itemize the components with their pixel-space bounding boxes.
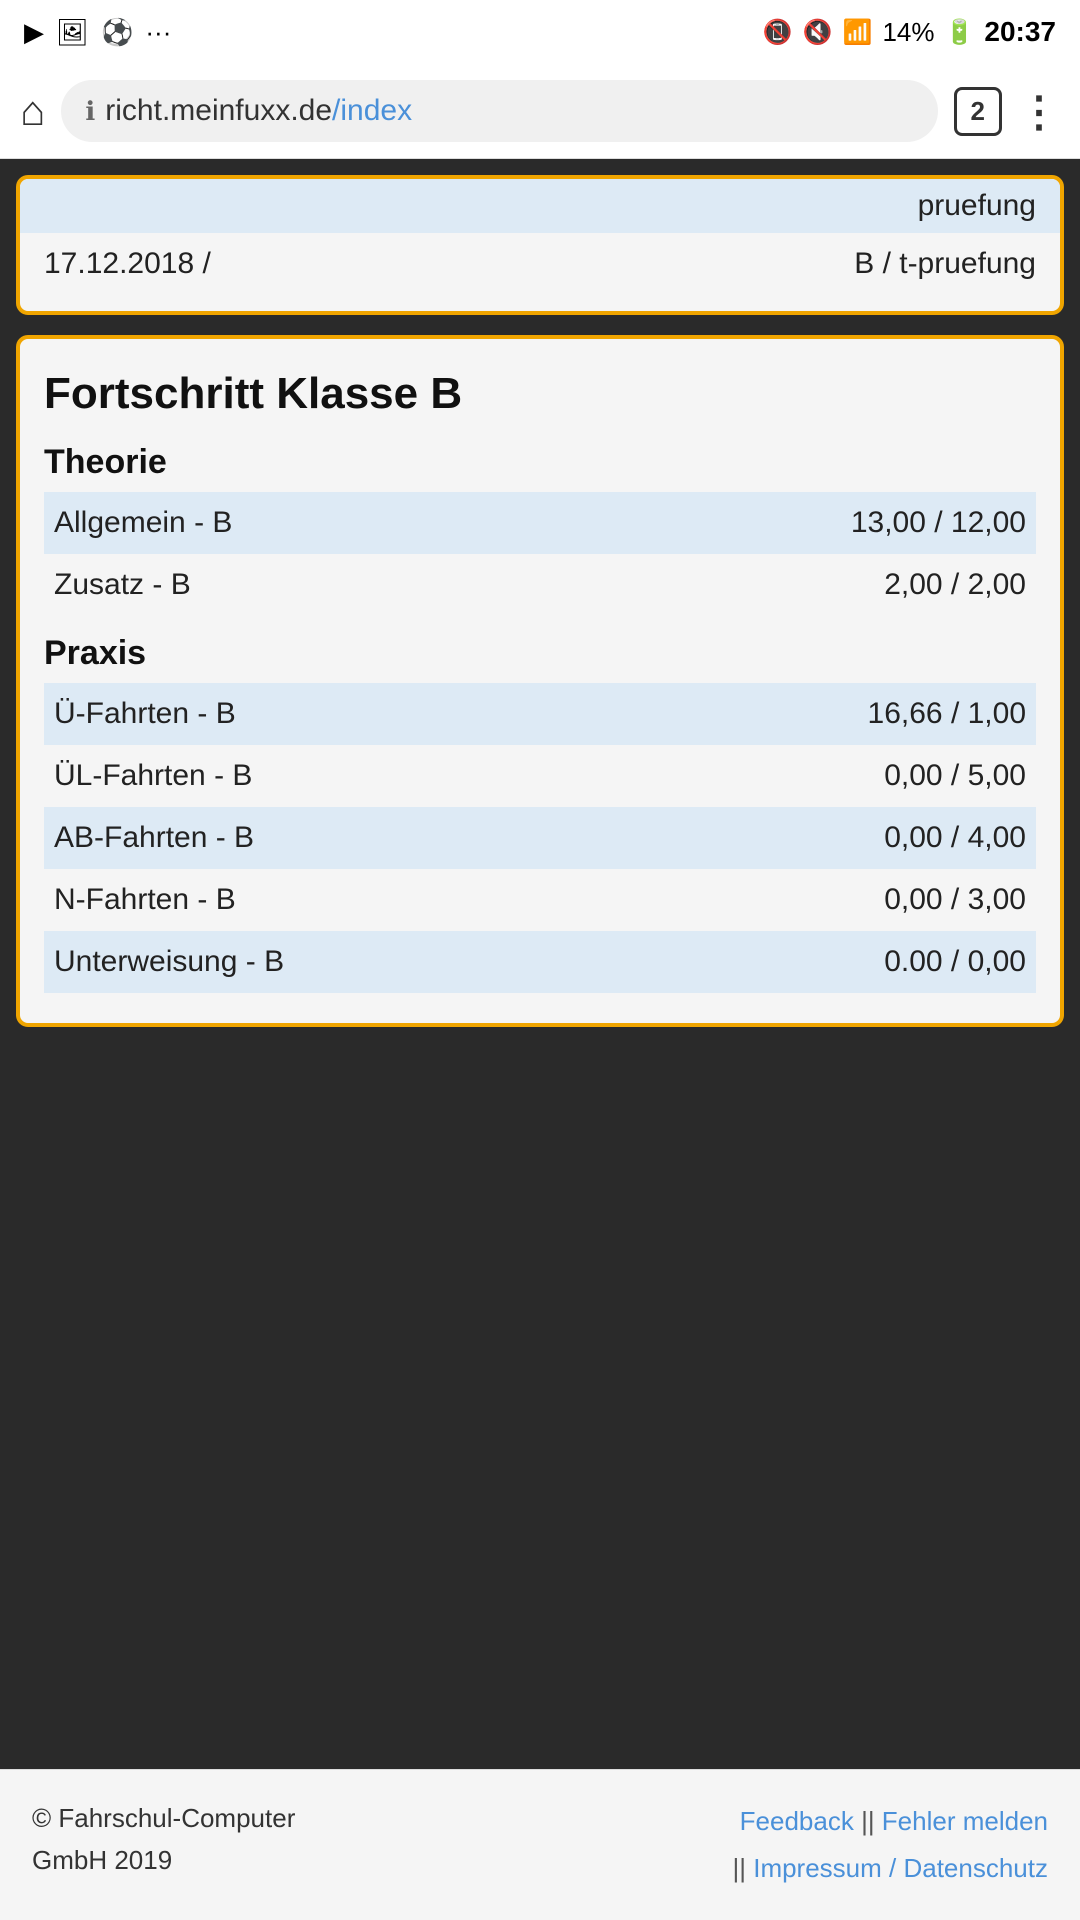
status-bar-left: ▶ 🖼 ⚽ ··· [24, 17, 171, 48]
battery-level: 14% [882, 17, 934, 48]
browser-chrome: ⌂ ℹ richt.meinfuxx.de/index 2 ⋮ [0, 64, 1080, 159]
fehler-melden-link[interactable]: Fehler melden [882, 1806, 1048, 1836]
praxis-table: Ü-Fahrten - B 16,66 / 1,00 ÜL-Fahrten - … [44, 683, 1036, 993]
page-content: pruefung 17.12.2018 / B / t-pruefung For… [0, 159, 1080, 1769]
row-value: 16,66 / 1,00 [868, 697, 1026, 731]
url-bar[interactable]: ℹ richt.meinfuxx.de/index [61, 80, 937, 142]
tab-count[interactable]: 2 [954, 87, 1002, 136]
url-path: /index [332, 94, 412, 127]
browser-menu-icon[interactable]: ⋮ [1018, 87, 1060, 136]
row-label: Ü-Fahrten - B [54, 697, 868, 731]
impressum-link[interactable]: Impressum / Datenschutz [753, 1853, 1048, 1883]
youtube-icon: ▶ [24, 17, 44, 48]
table-row: AB-Fahrten - B 0,00 / 4,00 [44, 807, 1036, 869]
fortschritt-card: Fortschritt Klasse B Theorie Allgemein -… [16, 335, 1064, 1027]
top-card-header: pruefung [20, 179, 1060, 233]
theorie-title: Theorie [44, 443, 1036, 482]
row-value: 0,00 / 5,00 [884, 759, 1026, 793]
row-label: Allgemein - B [54, 506, 851, 540]
row-value: 0,00 / 4,00 [884, 821, 1026, 855]
status-bar-right: 📵 🔇 📶 14% 🔋 20:37 [763, 16, 1056, 48]
table-row: Unterweisung - B 0.00 / 0,00 [44, 931, 1036, 993]
row-label: Zusatz - B [54, 568, 884, 602]
row-label: N-Fahrten - B [54, 883, 884, 917]
more-icon: ··· [145, 17, 171, 48]
table-row: Ü-Fahrten - B 16,66 / 1,00 [44, 683, 1036, 745]
feedback-link[interactable]: Feedback [740, 1806, 854, 1836]
url-text: richt.meinfuxx.de/index [105, 94, 412, 128]
battery-icon: 🔋 [944, 18, 974, 47]
sim-icon: 📵 [763, 18, 793, 47]
status-bar: ▶ 🖼 ⚽ ··· 📵 🔇 📶 14% 🔋 20:37 [0, 0, 1080, 64]
footer: © Fahrschul-ComputerGmbH 2019 Feedback |… [0, 1769, 1080, 1920]
row-label: Unterweisung - B [54, 945, 884, 979]
url-domain: richt.meinfuxx.de [105, 94, 332, 127]
separator-1: || [861, 1806, 882, 1836]
mute-icon: 🔇 [803, 18, 833, 47]
home-icon[interactable]: ⌂ [20, 87, 45, 135]
row-label: AB-Fahrten - B [54, 821, 884, 855]
time-display: 20:37 [984, 16, 1056, 48]
footer-links: Feedback || Fehler melden || Impressum /… [732, 1798, 1048, 1892]
fortschritt-title: Fortschritt Klasse B [44, 369, 1036, 419]
info-icon: ℹ [85, 96, 95, 127]
separator-2: || [732, 1853, 753, 1883]
wifi-icon: 📶 [843, 18, 873, 47]
row-value: 0,00 / 3,00 [884, 883, 1026, 917]
row-value: 2,00 / 2,00 [884, 568, 1026, 602]
row-value: 0.00 / 0,00 [884, 945, 1026, 979]
row-label: ÜL-Fahrten - B [54, 759, 884, 793]
top-card-date: 17.12.2018 / [44, 247, 211, 281]
footer-copyright: © Fahrschul-ComputerGmbH 2019 [32, 1798, 295, 1881]
sports-icon: ⚽ [101, 17, 133, 48]
top-card-row: 17.12.2018 / B / t-pruefung [20, 233, 1060, 295]
table-row: Zusatz - B 2,00 / 2,00 [44, 554, 1036, 616]
row-value: 13,00 / 12,00 [851, 506, 1026, 540]
praxis-title: Praxis [44, 634, 1036, 673]
table-row: N-Fahrten - B 0,00 / 3,00 [44, 869, 1036, 931]
top-card-value: B / t-pruefung [854, 247, 1036, 281]
gallery-icon: 🖼 [56, 17, 89, 48]
top-card: pruefung 17.12.2018 / B / t-pruefung [16, 175, 1064, 315]
table-row: ÜL-Fahrten - B 0,00 / 5,00 [44, 745, 1036, 807]
table-row: Allgemein - B 13,00 / 12,00 [44, 492, 1036, 554]
theorie-table: Allgemein - B 13,00 / 12,00 Zusatz - B 2… [44, 492, 1036, 616]
